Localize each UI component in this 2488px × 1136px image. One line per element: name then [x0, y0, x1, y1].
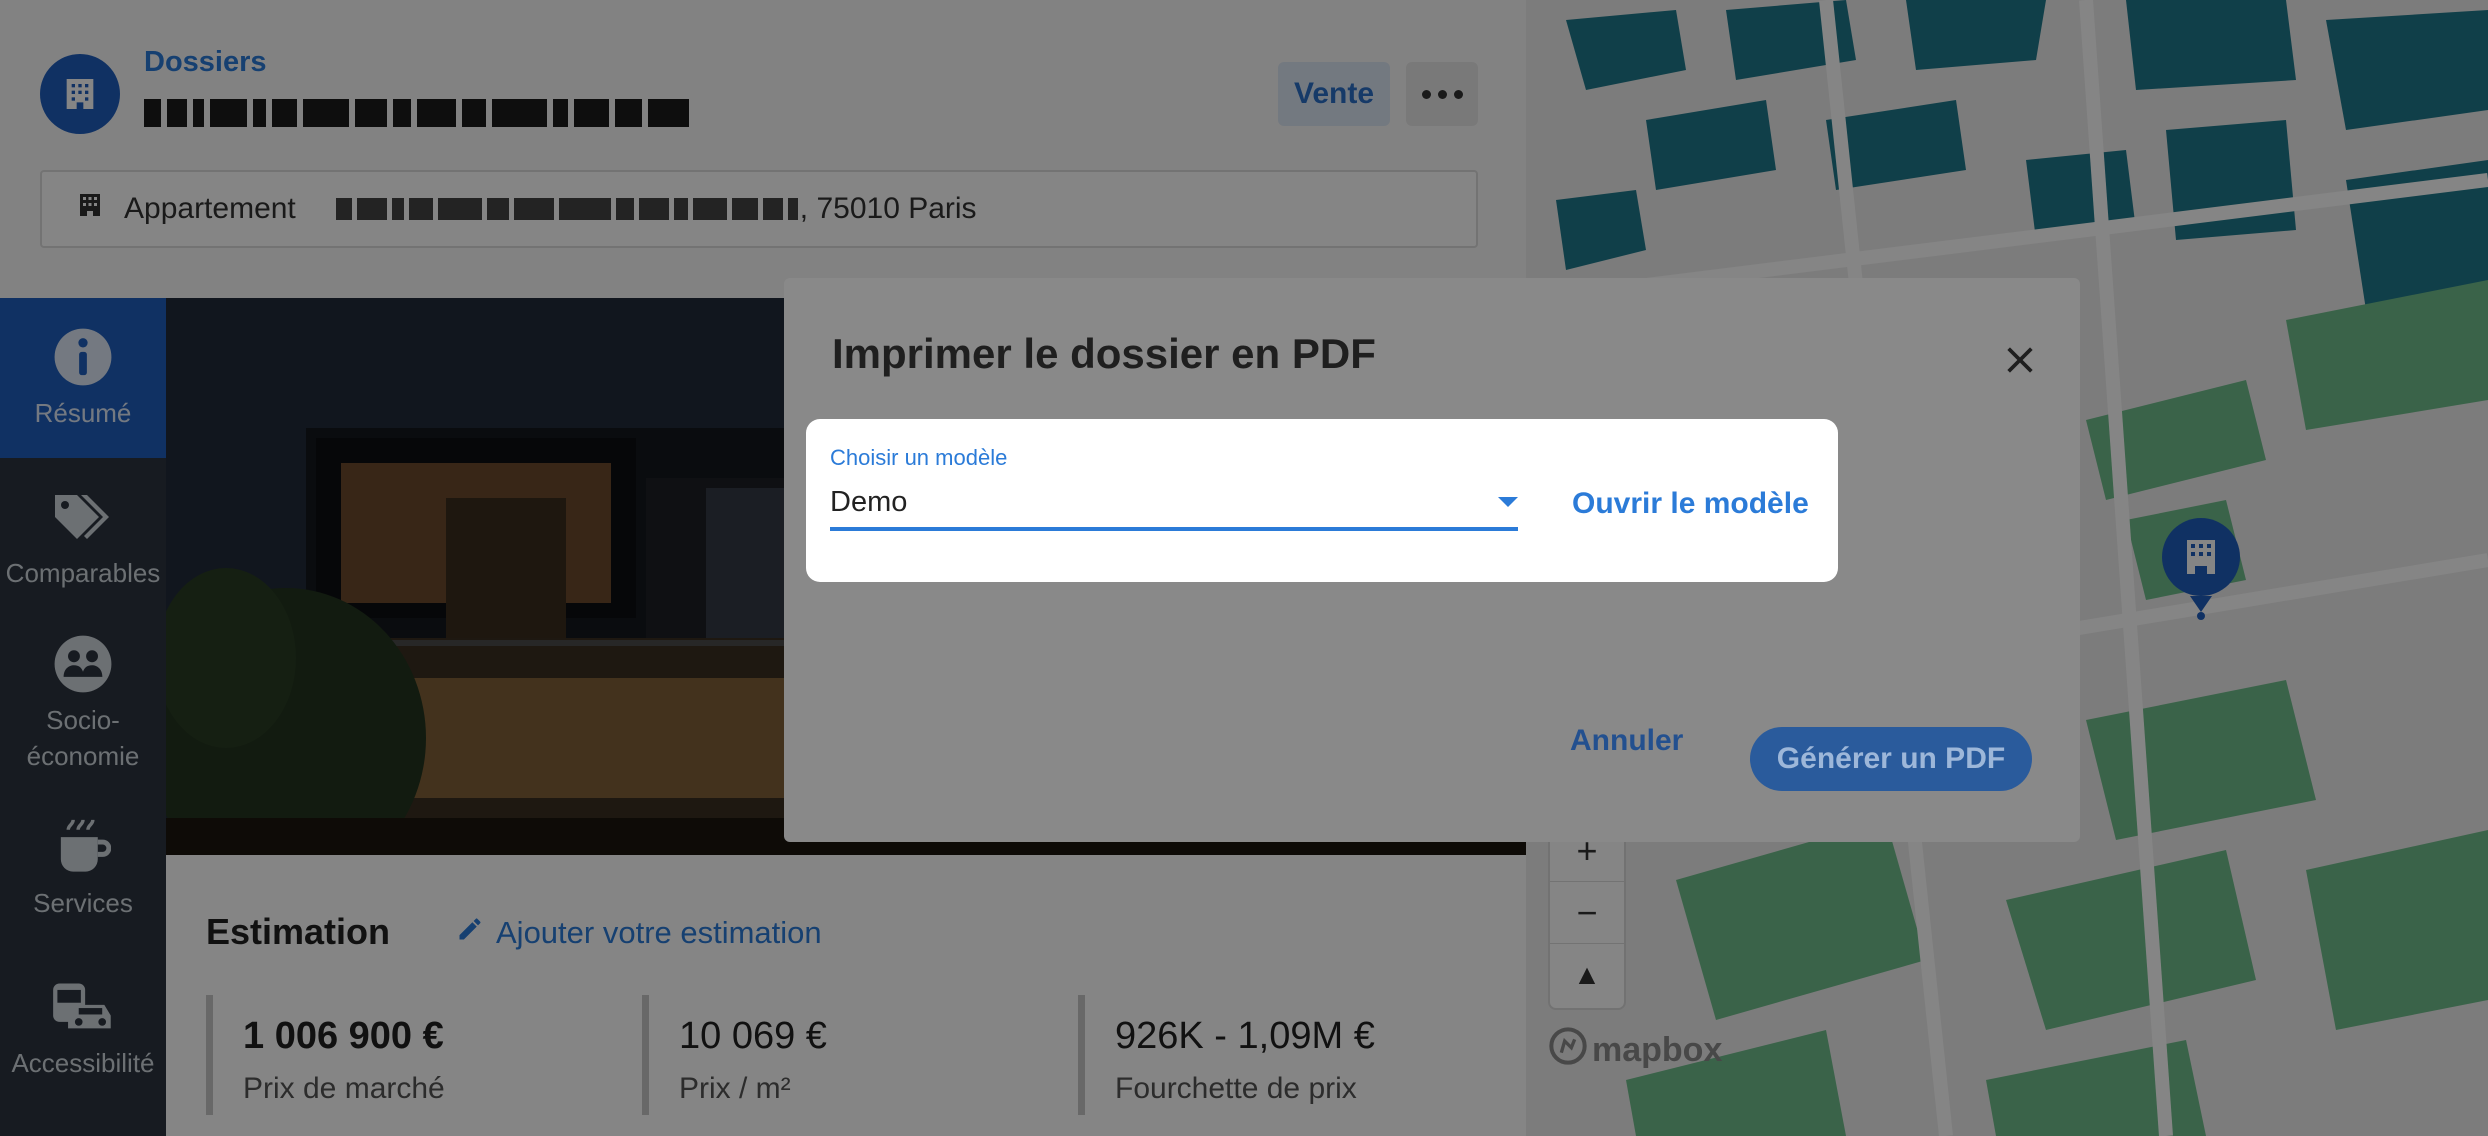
- cancel-button[interactable]: Annuler: [1570, 724, 1683, 758]
- chevron-down-icon: [1498, 497, 1518, 507]
- template-select[interactable]: Demo: [830, 477, 1518, 531]
- select-label: Choisir un modèle: [830, 445, 1008, 470]
- dialog-title: Imprimer le dossier en PDF: [832, 330, 1376, 377]
- select-value: Demo: [830, 485, 908, 518]
- open-template-button[interactable]: Ouvrir le modèle: [1572, 487, 1809, 521]
- close-icon: [2007, 347, 2033, 373]
- generate-pdf-button[interactable]: Générer un PDF: [1750, 727, 2032, 791]
- print-pdf-dialog: Imprimer le dossier en PDF Choisir un mo…: [784, 278, 2080, 842]
- template-select-panel: Choisir un modèle Demo Ouvrir le modèle: [806, 419, 1838, 582]
- close-button[interactable]: [1994, 334, 2046, 386]
